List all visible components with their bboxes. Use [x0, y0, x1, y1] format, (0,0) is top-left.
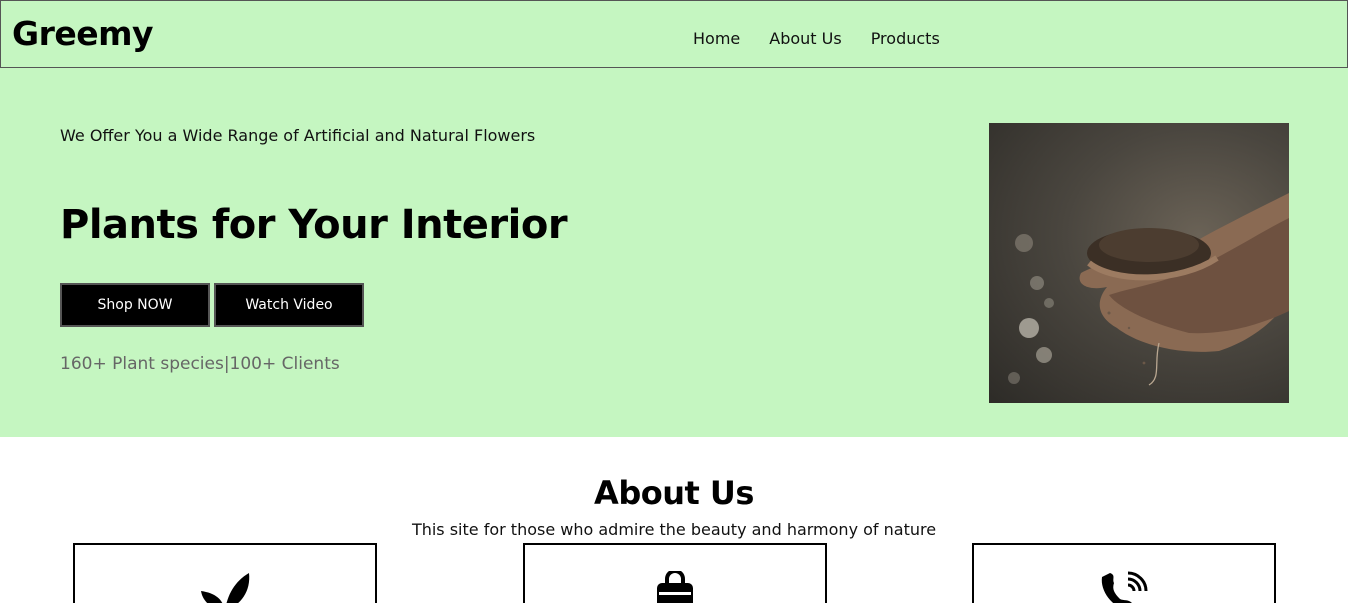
- about-card-2: [523, 543, 827, 603]
- phone-call-icon: [1098, 571, 1150, 603]
- shopping-bag-icon: [655, 569, 695, 603]
- hero-title: Plants for Your Interior: [60, 202, 568, 248]
- about-subtitle: This site for those who admire the beaut…: [411, 520, 937, 539]
- nav-links: Home About Us Products: [693, 29, 969, 48]
- navbar: Greemy Home About Us Products: [0, 0, 1348, 68]
- hero-stats: 160+ Plant species|100+ Clients: [60, 354, 340, 374]
- about-card-1: [73, 543, 377, 603]
- nav-link-about-us[interactable]: About Us: [769, 29, 841, 48]
- shop-now-button[interactable]: Shop NOW: [60, 283, 210, 327]
- leaf-icon: [199, 571, 251, 603]
- hero-section: We Offer You a Wide Range of Artificial …: [0, 68, 1348, 437]
- hero-tagline: We Offer You a Wide Range of Artificial …: [60, 126, 536, 145]
- brand-logo[interactable]: Greemy: [12, 14, 154, 53]
- about-card-3: [972, 543, 1276, 603]
- about-title: About Us: [594, 474, 754, 512]
- hero-image: [989, 123, 1289, 403]
- watch-video-button[interactable]: Watch Video: [214, 283, 364, 327]
- nav-link-products[interactable]: Products: [871, 29, 940, 48]
- nav-link-home[interactable]: Home: [693, 29, 740, 48]
